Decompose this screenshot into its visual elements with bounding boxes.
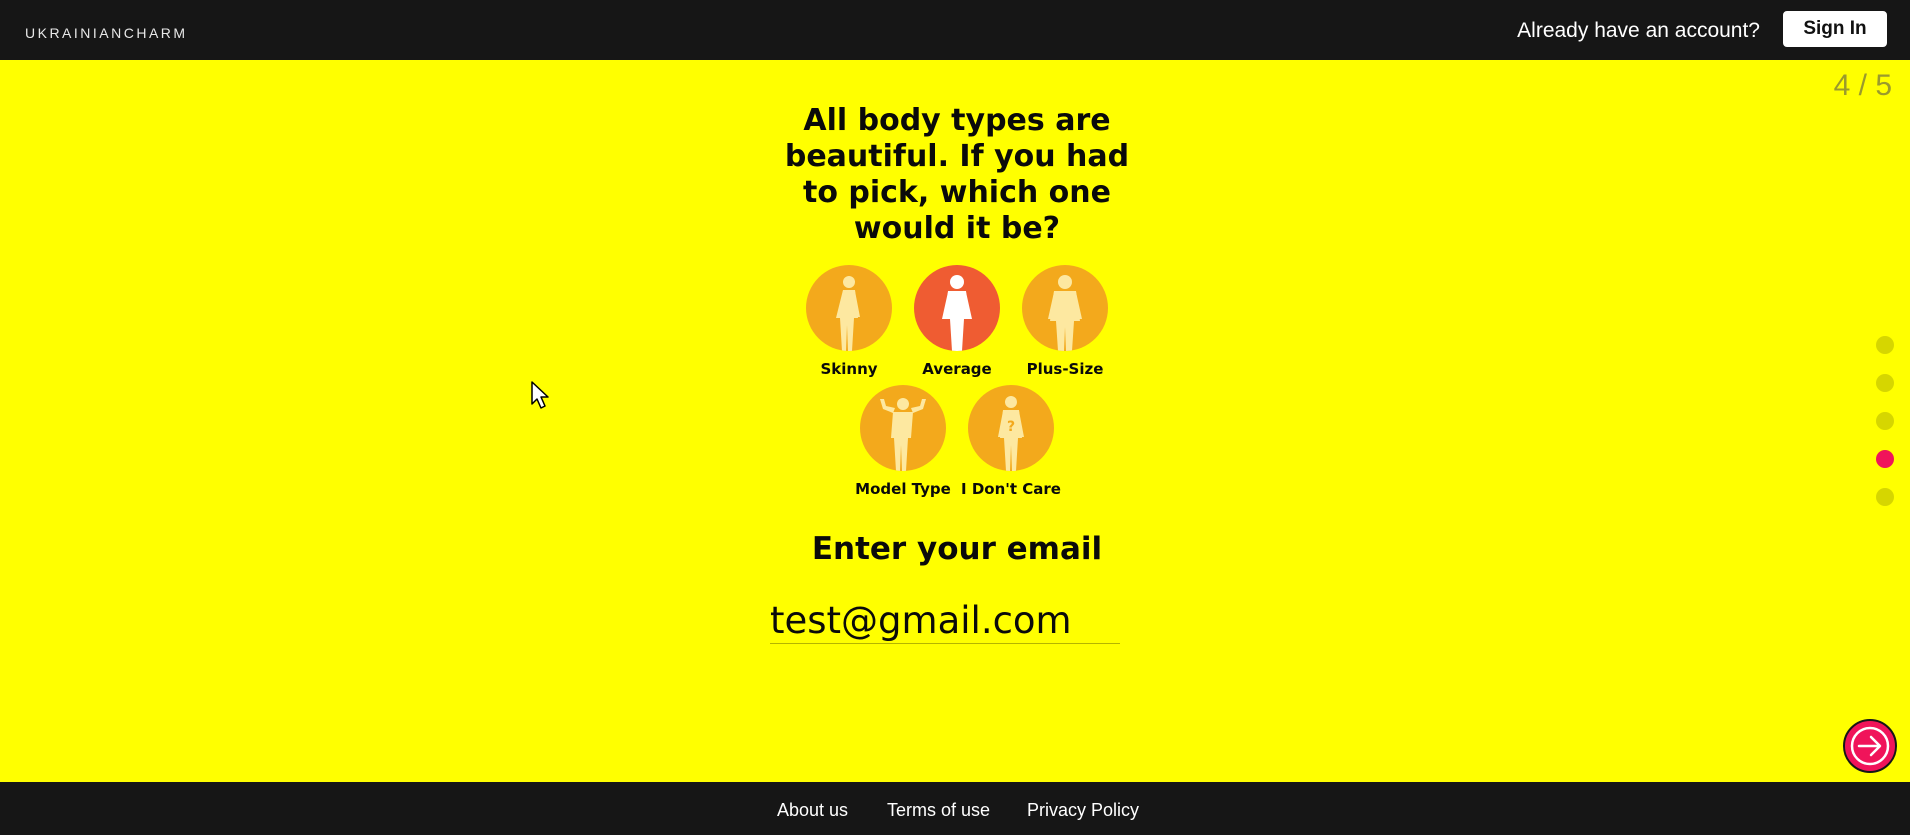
option-label: I Don't Care [961,480,1061,498]
terms-link[interactable]: Terms of use [887,800,990,821]
progress-dot [1876,336,1894,354]
option-average[interactable]: Average [902,265,1012,378]
privacy-link[interactable]: Privacy Policy [1027,800,1139,821]
plus-size-figure-icon [1022,265,1108,351]
question-title: All body types are beautiful. If you had… [784,103,1130,246]
next-button[interactable] [1843,719,1897,773]
progress-dots [1876,336,1896,526]
about-link[interactable]: About us [777,800,848,821]
account-prompt: Already have an account? [1517,19,1760,42]
mouse-cursor-icon [531,381,549,409]
progress-dot [1876,374,1894,392]
model-type-figure-icon [860,385,946,471]
top-bar: UKRAINIANCHARM Already have an account? … [0,0,1910,60]
skinny-figure-icon [806,265,892,351]
progress-dot [1876,488,1894,506]
option-plus-size[interactable]: Plus-Size [1010,265,1120,378]
option-skinny[interactable]: Skinny [794,265,904,378]
svg-text:?: ? [1007,419,1015,435]
option-label: Plus-Size [1026,360,1104,378]
site-logo[interactable]: UKRAINIANCHARM [25,25,188,41]
arrow-right-icon [1850,726,1890,766]
step-counter: 4 / 5 [1833,69,1892,102]
footer: About us Terms of use Privacy Policy [0,782,1910,835]
option-label: Average [922,360,992,378]
option-dont-care[interactable]: ? I Don't Care [956,385,1066,498]
email-input[interactable] [770,597,1120,644]
sign-in-button[interactable]: Sign In [1783,11,1887,47]
email-title: Enter your email [811,531,1103,567]
option-model-type[interactable]: Model Type [848,385,958,498]
progress-dot [1876,412,1894,430]
option-label: Skinny [820,360,878,378]
average-figure-icon [914,265,1000,351]
option-label: Model Type [855,480,951,498]
progress-dot-active [1876,450,1894,468]
question-figure-icon: ? [968,385,1054,471]
